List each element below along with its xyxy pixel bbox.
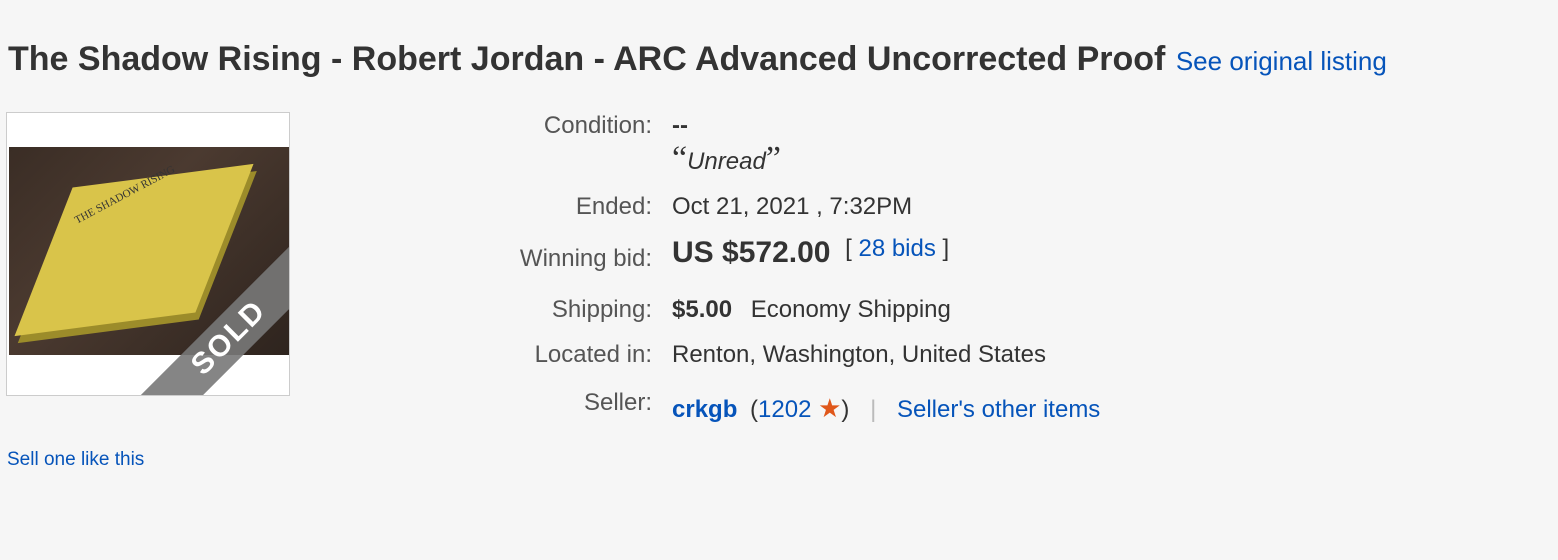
listing-title-row: The Shadow Rising - Robert Jordan - ARC … xyxy=(8,40,1387,79)
shipping-method: Economy Shipping xyxy=(750,296,951,323)
condition-note: “Unread” xyxy=(672,140,781,178)
bids-count-link[interactable]: 28 bids xyxy=(858,235,935,262)
winning-bid-label: Winning bid: xyxy=(519,245,652,272)
seller-name-link[interactable]: crkgb xyxy=(672,396,737,423)
shipping-cost: $5.00 xyxy=(672,296,733,323)
listing-title: The Shadow Rising - Robert Jordan - ARC … xyxy=(8,40,1166,78)
open-quote-icon: “ xyxy=(672,140,688,177)
seller-label: Seller: xyxy=(583,389,652,416)
see-original-listing-link[interactable]: See original listing xyxy=(1176,46,1387,76)
star-icon: ★ xyxy=(818,393,842,423)
condition-note-text: Unread xyxy=(687,148,766,175)
bids-bracket-open: [ xyxy=(845,235,852,262)
shipping-row: $5.00 Economy Shipping xyxy=(672,296,951,324)
sell-one-like-this-link[interactable]: Sell one like this xyxy=(7,449,144,471)
condition-value: -- xyxy=(672,112,688,139)
winning-bid-row: US $572.00 [ 28 bids ] xyxy=(672,235,950,270)
separator-divider: | xyxy=(870,396,877,423)
ended-value: Oct 21, 2021 , 7:32PM xyxy=(672,193,913,220)
shipping-label: Shipping: xyxy=(551,296,652,323)
feedback-open-paren: ( xyxy=(750,396,759,423)
location-value: Renton, Washington, United States xyxy=(672,341,1046,368)
seller-other-items-link[interactable]: Seller's other items xyxy=(897,396,1100,423)
winning-bid-price: US $572.00 xyxy=(672,236,831,269)
location-label: Located in: xyxy=(534,341,652,368)
feedback-close-paren: ) xyxy=(841,396,850,423)
seller-row: crkgb (1202 ★) | Seller's other items xyxy=(672,393,1100,424)
ended-label: Ended: xyxy=(575,193,652,220)
bids-bracket-close: ] xyxy=(942,235,950,262)
condition-label: Condition: xyxy=(543,112,652,139)
seller-feedback-link[interactable]: 1202 xyxy=(758,396,811,423)
close-quote-icon: ” xyxy=(765,140,781,177)
item-image-container[interactable]: THE SHADOW RISING SOLD xyxy=(6,112,290,396)
